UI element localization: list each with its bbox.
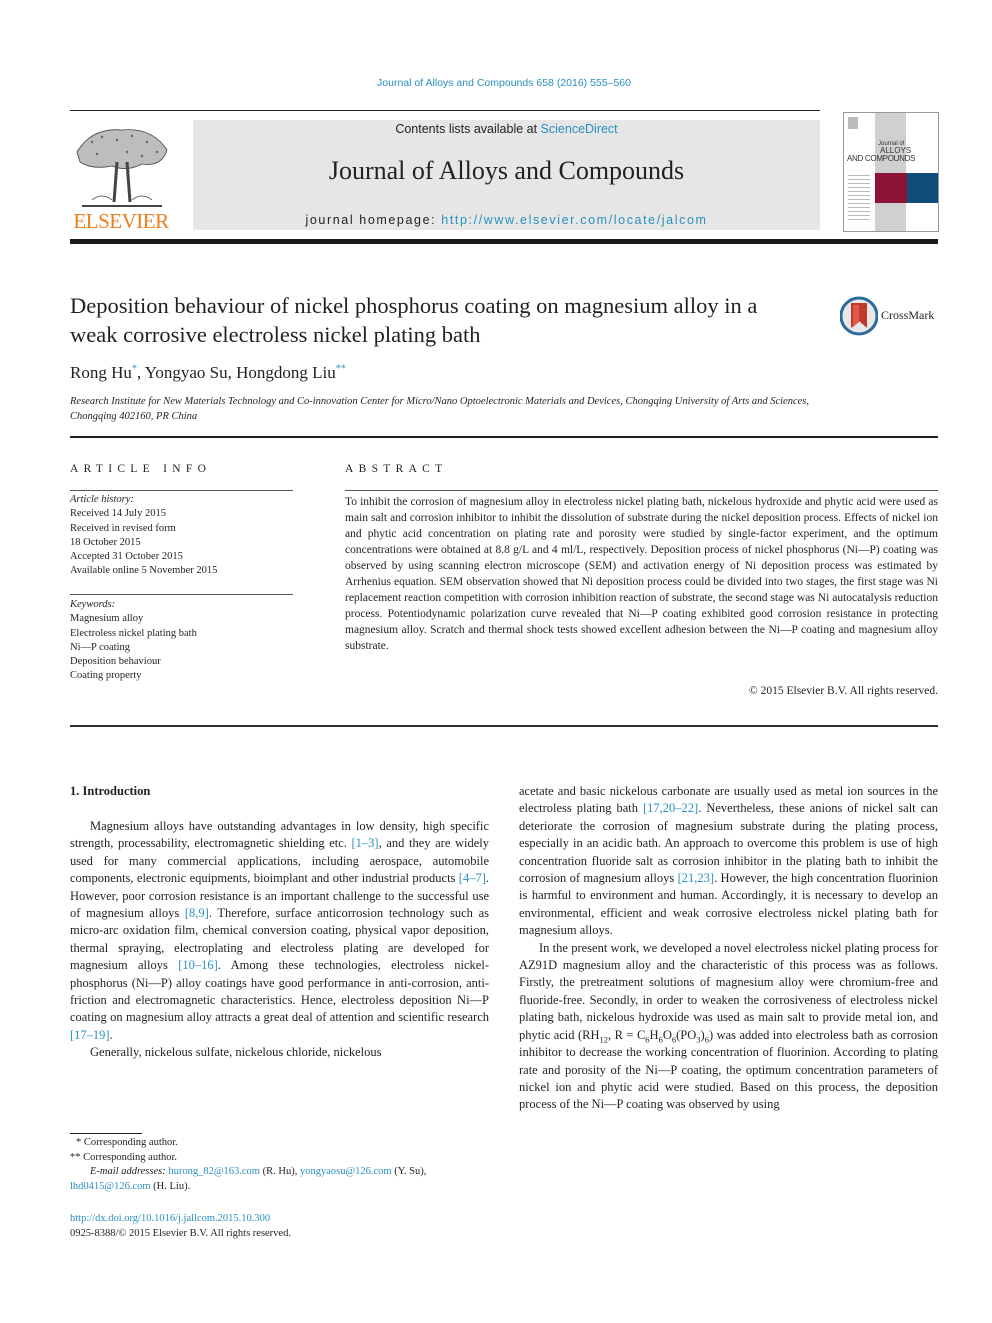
- history-item: 18 October 2015: [70, 536, 141, 548]
- citation-link[interactable]: [17,20–22]: [643, 801, 698, 815]
- history-item: Accepted 31 October 2015: [70, 551, 183, 563]
- text-run: .: [109, 1027, 113, 1042]
- keywords: Keywords: Magnesium alloy Electroless ni…: [70, 598, 197, 684]
- cover-logo-icon: [848, 117, 858, 129]
- author-name[interactable]: Hongdong Liu: [236, 363, 336, 382]
- contents-prefix: Contents lists available at: [395, 122, 541, 136]
- author-list: Rong Hu*, Yongyao Su, Hongdong Liu**: [70, 363, 346, 383]
- cover-band: [875, 113, 906, 231]
- crossmark-button[interactable]: CrossMark: [840, 296, 940, 336]
- footnote-emails: E-mail addresses: hurong_82@163.com (R. …: [70, 1165, 489, 1194]
- footnote-corresponding-2: ** Corresponding author.: [70, 1151, 178, 1163]
- doi-block: http://dx.doi.org/10.1016/j.jallcom.2015…: [70, 1211, 291, 1241]
- email-link[interactable]: yongyaosu@126.com: [300, 1166, 392, 1177]
- info-rule: [70, 594, 293, 595]
- footnotes: * Corresponding author. ** Corresponding…: [70, 1136, 489, 1194]
- cover-toc-lines: [848, 175, 870, 223]
- homepage-link[interactable]: http://www.elsevier.com/locate/jalcom: [441, 213, 707, 227]
- text-run: (PO: [676, 1027, 697, 1042]
- corresponding-mark[interactable]: **: [336, 363, 346, 374]
- cover-line3: AND COMPOUNDS: [847, 154, 916, 163]
- article-title: Deposition behaviour of nickel phosphoru…: [70, 293, 758, 347]
- citation-link[interactable]: [8,9]: [185, 906, 209, 920]
- subscript: 12: [599, 1034, 609, 1045]
- keyword-item: Magnesium alloy: [70, 613, 144, 625]
- abstract-heading: ABSTRACT: [345, 463, 448, 475]
- citation-link[interactable]: [21,23]: [678, 871, 714, 885]
- abstract-copyright: © 2015 Elsevier B.V. All rights reserved…: [749, 685, 938, 697]
- citation-link[interactable]: [1–3]: [352, 836, 379, 850]
- journal-masthead: Contents lists available at ScienceDirec…: [193, 120, 820, 230]
- history-item: Received 14 July 2015: [70, 508, 166, 520]
- section-rule: [70, 436, 938, 438]
- email-owner: (Y. Su),: [391, 1166, 427, 1177]
- text-run: In the present work, we developed a nove…: [519, 940, 938, 1042]
- section-rule: [70, 725, 938, 727]
- keywords-label: Keywords:: [70, 599, 116, 610]
- intro-paragraph: Magnesium alloys have outstanding advant…: [70, 818, 489, 1044]
- email-link[interactable]: lhd0415@126.com: [70, 1181, 151, 1192]
- introduction-heading: 1. Introduction: [70, 784, 151, 798]
- abstract-text: To inhibit the corrosion of magnesium al…: [345, 496, 938, 652]
- intro-paragraph: acetate and basic nickelous carbonate ar…: [519, 783, 938, 940]
- email-label: E-mail addresses:: [90, 1166, 169, 1177]
- journal-title: Journal of Alloys and Compounds: [328, 156, 685, 185]
- article-info-heading: ARTICLE INFO: [70, 463, 212, 475]
- issn-copyright: 0925-8388/© 2015 Elsevier B.V. All right…: [70, 1228, 291, 1239]
- author-name[interactable]: Rong Hu: [70, 363, 132, 382]
- masthead-thick-rule: [70, 239, 938, 244]
- footnote-rule: [70, 1133, 142, 1134]
- body-column-right: acetate and basic nickelous carbonate ar…: [519, 783, 938, 1114]
- footnote-corresponding-1: * Corresponding author.: [76, 1137, 178, 1148]
- homepage-label: journal homepage:: [305, 213, 442, 227]
- info-rule: [70, 490, 293, 491]
- history-item: Available online 5 November 2015: [70, 565, 218, 577]
- elsevier-logo[interactable]: ELSEVIER: [70, 120, 172, 233]
- contents-line: Contents lists available at ScienceDirec…: [193, 122, 820, 136]
- crossmark-icon: [840, 296, 878, 336]
- article-history: Article history: Received 14 July 2015 R…: [70, 493, 217, 579]
- citation-link[interactable]: [4–7]: [459, 871, 486, 885]
- author-name[interactable]: Yongyao Su: [145, 363, 228, 382]
- body-column-left: Magnesium alloys have outstanding advant…: [70, 818, 489, 1062]
- keyword-item: Electroless nickel plating bath: [70, 627, 197, 639]
- intro-paragraph: In the present work, we developed a nove…: [519, 940, 938, 1114]
- abstract-rule: [345, 490, 938, 491]
- text-run: H: [649, 1027, 659, 1042]
- keyword-item: Coating property: [70, 670, 142, 682]
- email-owner: (H. Liu).: [150, 1180, 191, 1192]
- header-rule: [70, 110, 820, 111]
- email-link[interactable]: hurong_82@163.com: [168, 1166, 260, 1177]
- journal-cover-thumbnail[interactable]: Journal of ALLOYS AND COMPOUNDS: [843, 112, 939, 232]
- doi-link[interactable]: http://dx.doi.org/10.1016/j.jallcom.2015…: [70, 1213, 270, 1224]
- citation-link[interactable]: [17–19]: [70, 1028, 110, 1042]
- text-run: , R = C: [608, 1027, 646, 1042]
- journal-citation-link[interactable]: Journal of Alloys and Compounds 658 (201…: [0, 77, 992, 89]
- intro-paragraph: Generally, nickelous sulfate, nickelous …: [90, 1045, 382, 1060]
- sciencedirect-link[interactable]: ScienceDirect: [541, 122, 618, 136]
- keyword-item: Deposition behaviour: [70, 656, 161, 668]
- keyword-item: Ni—P coating: [70, 641, 130, 653]
- citation-link[interactable]: [10–16]: [178, 958, 218, 972]
- author-separator: ,: [227, 363, 237, 382]
- email-owner: (R. Hu),: [259, 1166, 300, 1177]
- text-run: O: [662, 1027, 672, 1042]
- cover-red-block: [875, 173, 907, 203]
- elsevier-wordmark: ELSEVIER: [73, 209, 169, 233]
- history-label: Article history:: [70, 494, 134, 505]
- affiliation: Research Institute for New Materials Tec…: [70, 396, 809, 422]
- elsevier-tree-icon: [72, 122, 170, 210]
- author-separator: ,: [136, 363, 145, 382]
- cover-blue-block: [907, 173, 938, 203]
- homepage-line: journal homepage: http://www.elsevier.co…: [193, 213, 820, 227]
- crossmark-label: CrossMark: [881, 308, 935, 322]
- history-item: Received in revised form: [70, 522, 176, 534]
